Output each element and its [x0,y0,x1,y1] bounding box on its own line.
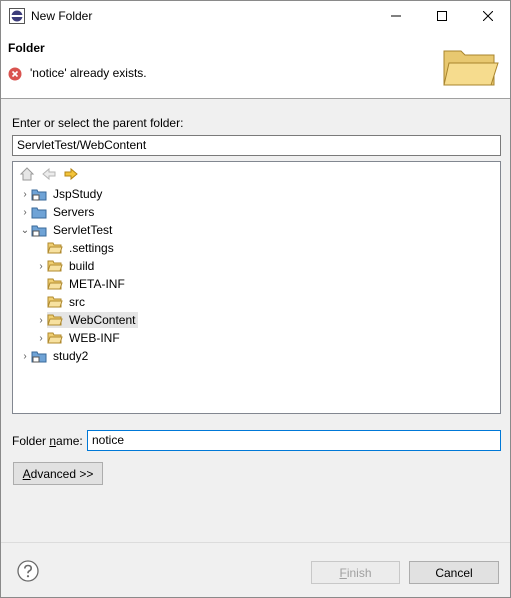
cancel-button[interactable]: Cancel [409,561,499,584]
finish-mnemonic: F [339,565,347,580]
divider [1,542,510,543]
advanced-button[interactable]: Advanced >> [13,462,103,485]
expand-icon[interactable]: › [35,257,47,275]
project-icon [31,189,47,201]
tree-item-servlettest[interactable]: ⌄ ServletTest [19,221,114,239]
folder-name-label-part: Folder [12,434,50,448]
folder-wizard-icon [443,50,499,86]
maximize-button[interactable] [419,1,465,31]
expand-icon[interactable]: › [19,185,31,203]
tree-item-label: ServletTest [53,223,113,237]
tree-item-src[interactable]: src [35,293,87,311]
error-icon [8,67,22,81]
tree-item-label: .settings [69,241,114,255]
expand-spacer [35,293,47,311]
tree-item-servers[interactable]: › Servers [19,203,96,221]
tree-item-label: META-INF [69,277,125,291]
tree-item-label: build [69,259,95,273]
folder-icon [31,207,47,219]
title-bar: New Folder [1,1,510,31]
eclipse-app-icon [9,8,25,24]
tree-item-settings[interactable]: .settings [35,239,116,257]
tree-item-webcontent[interactable]: › WebContent [35,311,138,329]
expand-icon[interactable]: › [19,347,31,365]
close-button[interactable] [465,1,511,31]
folder-name-label: Folder name: [12,434,83,448]
folder-icon [47,278,63,290]
close-icon [483,11,493,21]
finish-label: inish [346,565,372,580]
minimize-icon [391,15,401,17]
advanced-label: dvanced >> [30,466,94,481]
expand-icon[interactable]: › [35,329,47,347]
folder-icon [47,314,63,326]
tree-item-label: JspStudy [53,187,103,201]
folder-name-label-part: ame: [56,434,83,448]
tree-item-meta-inf[interactable]: META-INF [35,275,127,293]
expand-spacer [35,239,47,257]
tree-item-label: WebContent [69,313,136,327]
tree-item-label: Servers [53,205,95,219]
finish-button[interactable]: Finish [311,561,400,584]
tree-item-web-inf[interactable]: › WEB-INF [35,329,122,347]
expand-icon[interactable]: › [35,311,47,329]
expand-spacer [35,275,47,293]
advanced-mnemonic: A [22,466,31,481]
dialog-banner: Folder 'notice' already exists. [1,31,510,99]
tree-item-build[interactable]: › build [35,257,96,275]
new-folder-dialog: New Folder Folder 'notice' already exist… [0,0,511,598]
project-icon [31,351,47,363]
back-arrow-icon[interactable] [41,166,57,182]
folder-icon [47,332,63,344]
folder-tree[interactable]: › JspStudy › Servers ⌄ ServletTest .sett… [12,161,501,414]
forward-arrow-icon[interactable] [63,166,79,182]
folder-icon [47,242,63,254]
expand-icon[interactable]: › [19,203,31,221]
selected-highlight: WebContent [47,312,138,328]
error-message: 'notice' already exists. [30,66,147,80]
minimize-button[interactable] [373,1,419,31]
folder-icon [47,296,63,308]
tree-item-label: study2 [53,349,89,363]
home-icon[interactable] [19,166,35,182]
banner-title: Folder [8,41,45,55]
tree-item-label: WEB-INF [69,331,120,345]
tree-toolbar [19,166,79,182]
parent-folder-label: Enter or select the parent folder: [12,116,184,130]
window-title: New Folder [31,9,93,23]
folder-name-input[interactable]: notice [87,430,501,451]
project-icon [31,225,47,237]
tree-item-label: src [69,295,85,309]
maximize-icon [437,11,447,21]
parent-folder-input[interactable]: ServletTest/WebContent [12,135,501,156]
collapse-icon[interactable]: ⌄ [19,221,31,239]
tree-item-study2[interactable]: › study2 [19,347,90,365]
help-icon[interactable] [17,560,39,582]
folder-icon [47,260,63,272]
tree-item-jspstudy[interactable]: › JspStudy [19,185,104,203]
